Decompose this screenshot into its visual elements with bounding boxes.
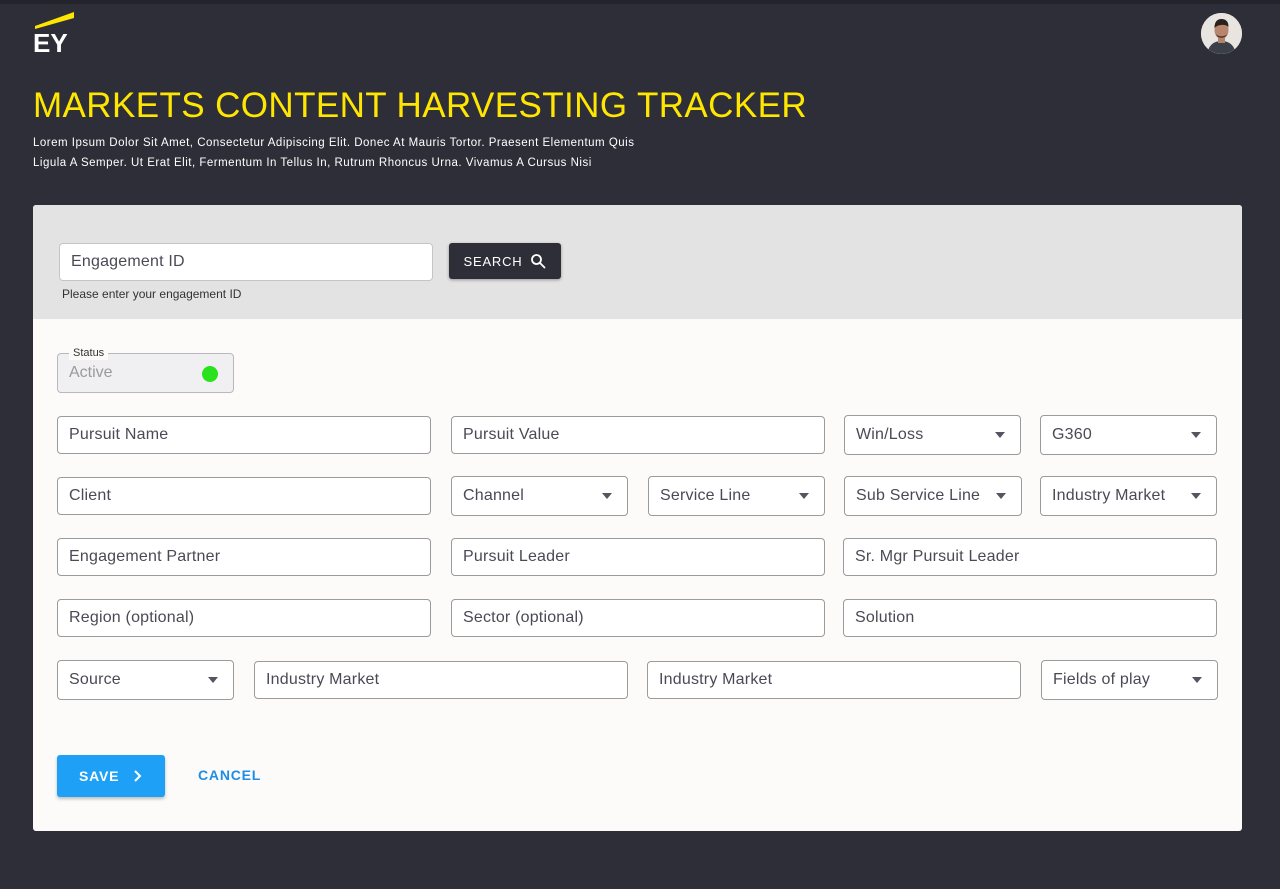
win-loss-select[interactable]: Win/Loss	[844, 415, 1021, 455]
cancel-button[interactable]: CANCEL	[198, 767, 261, 783]
sub-service-line-label: Sub Service Line	[856, 487, 981, 504]
sr-mgr-pursuit-leader-label: Sr. Mgr Pursuit Leader	[855, 548, 1020, 565]
industry-market-field-3[interactable]: Industry Market	[647, 661, 1021, 699]
industry-market-select[interactable]: Industry Market	[1040, 476, 1217, 516]
pursuit-name-label: Pursuit Name	[69, 426, 169, 443]
industry-market-2-label: Industry Market	[266, 671, 380, 688]
dropdown-arrow-icon	[208, 677, 218, 683]
service-line-select[interactable]: Service Line	[648, 476, 825, 516]
win-loss-label: Win/Loss	[856, 426, 924, 443]
status-value: Active	[69, 364, 113, 381]
subtitle-line-1: Lorem Ipsum Dolor Sit Amet, Consectetur …	[33, 137, 635, 149]
sub-service-line-select[interactable]: Sub Service Line	[844, 476, 1022, 516]
search-band: Engagement ID Please enter your engageme…	[33, 205, 1242, 319]
dropdown-arrow-icon	[799, 493, 809, 499]
search-button-label: SEARCH	[463, 253, 523, 269]
dropdown-arrow-icon	[995, 432, 1005, 438]
tracker-form-card: Engagement ID Please enter your engageme…	[33, 205, 1242, 831]
region-label: Region (optional)	[69, 609, 195, 626]
dropdown-arrow-icon	[1191, 432, 1201, 438]
sector-label: Sector (optional)	[463, 609, 584, 626]
sector-field[interactable]: Sector (optional)	[451, 599, 825, 637]
dropdown-arrow-icon	[1192, 677, 1202, 683]
engagement-id-input[interactable]: Engagement ID	[59, 243, 433, 281]
page-subtitle: Lorem Ipsum Dolor Sit Amet, Consectetur …	[33, 133, 733, 173]
g360-label: G360	[1052, 426, 1092, 443]
industry-market-label: Industry Market	[1052, 487, 1166, 504]
dropdown-arrow-icon	[602, 493, 612, 499]
search-button[interactable]: SEARCH	[449, 243, 561, 279]
status-field: Status Active	[57, 346, 234, 393]
industry-market-3-label: Industry Market	[659, 671, 773, 688]
status-indicator-dot	[202, 366, 218, 382]
g360-select[interactable]: G360	[1040, 415, 1217, 455]
client-field[interactable]: Client	[57, 477, 431, 515]
engagement-partner-label: Engagement Partner	[69, 548, 221, 565]
channel-label: Channel	[463, 487, 525, 504]
industry-market-field-2[interactable]: Industry Market	[254, 661, 628, 699]
top-border	[0, 0, 1280, 4]
pursuit-leader-field[interactable]: Pursuit Leader	[451, 538, 825, 576]
search-icon	[531, 254, 546, 269]
save-button[interactable]: SAVE	[57, 755, 165, 797]
user-avatar[interactable]	[1201, 13, 1242, 54]
ey-logo[interactable]: EY	[33, 12, 77, 58]
source-label: Source	[69, 671, 121, 688]
status-legend: Status	[69, 346, 109, 360]
pursuit-value-label: Pursuit Value	[463, 426, 560, 443]
subtitle-line-2: Ligula A Semper. Ut Erat Elit, Fermentum…	[33, 157, 592, 169]
channel-select[interactable]: Channel	[451, 476, 628, 516]
sr-mgr-pursuit-leader-field[interactable]: Sr. Mgr Pursuit Leader	[843, 538, 1217, 576]
fields-of-play-label: Fields of play	[1053, 671, 1151, 688]
dropdown-arrow-icon	[1191, 493, 1201, 499]
service-line-label: Service Line	[660, 487, 751, 504]
chevron-right-icon	[134, 770, 142, 782]
fields-of-play-select[interactable]: Fields of play	[1041, 660, 1218, 700]
dropdown-arrow-icon	[996, 493, 1006, 499]
page-title: MARKETS CONTENT HARVESTING TRACKER	[33, 86, 807, 125]
save-button-label: SAVE	[79, 768, 120, 784]
client-label: Client	[69, 487, 112, 504]
source-select[interactable]: Source	[57, 660, 234, 700]
engagement-partner-field[interactable]: Engagement Partner	[57, 538, 431, 576]
pursuit-name-field[interactable]: Pursuit Name	[57, 416, 431, 454]
pursuit-value-field[interactable]: Pursuit Value	[451, 416, 825, 454]
svg-text:EY: EY	[33, 28, 68, 54]
solution-field[interactable]: Solution	[843, 599, 1217, 637]
engagement-id-helper: Please enter your engagement ID	[62, 287, 242, 301]
engagement-id-placeholder: Engagement ID	[71, 253, 185, 270]
region-field[interactable]: Region (optional)	[57, 599, 431, 637]
solution-label: Solution	[855, 609, 915, 626]
pursuit-leader-label: Pursuit Leader	[463, 548, 570, 565]
